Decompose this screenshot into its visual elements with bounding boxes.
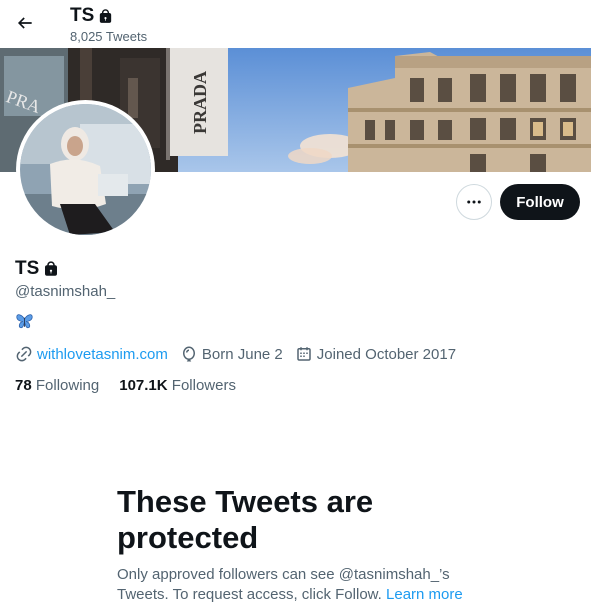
avatar-photo <box>20 104 151 235</box>
profile-header-bar: TS 8,025 Tweets <box>0 0 591 48</box>
balloon-icon <box>182 346 195 362</box>
followers-count: 107.1K <box>119 377 168 394</box>
birthday-text: Born June 2 <box>201 345 283 363</box>
calendar-icon <box>297 347 311 361</box>
profile-name-text: TS <box>15 258 40 279</box>
arrow-left-icon <box>17 17 32 29</box>
link-icon <box>16 346 32 362</box>
header-display-name: TS <box>70 5 147 27</box>
more-options-button[interactable] <box>456 184 492 220</box>
lock-icon <box>100 8 112 23</box>
website-link[interactable]: withlovetasnim.com <box>37 346 168 363</box>
protected-message: Only approved followers can see @tasnims… <box>117 565 497 605</box>
birthday-item: Born June 2 <box>180 345 283 363</box>
followers-stat[interactable]: 107.1K Followers <box>119 377 236 394</box>
butterfly-icon <box>16 314 33 329</box>
profile-bio: 🦋 <box>15 313 34 334</box>
more-horizontal-icon <box>467 200 481 204</box>
followers-label: Followers <box>171 377 236 394</box>
svg-text:PRADA: PRADA <box>190 71 210 134</box>
profile-avatar[interactable] <box>16 100 155 239</box>
website-item: withlovetasnim.com <box>15 345 168 363</box>
back-button[interactable] <box>8 6 42 40</box>
header-title-block: TS 8,025 Tweets <box>70 5 147 46</box>
profile-handle: @tasnimshah_ <box>15 283 116 300</box>
tweet-count: 8,025 Tweets <box>70 29 148 44</box>
following-label: Following <box>35 377 100 394</box>
profile-display-name: TS <box>15 258 60 280</box>
header-name-text: TS <box>70 5 95 26</box>
lock-icon <box>45 261 58 276</box>
prada-sign: PRADA <box>190 71 210 134</box>
following-count: 78 <box>15 377 32 394</box>
follow-button[interactable]: Follow <box>500 184 580 220</box>
joined-item: Joined October 2017 <box>295 345 456 363</box>
following-stat[interactable]: 78 Following <box>15 377 99 394</box>
profile-meta-row: withlovetasnim.com Born June 2 Joined Oc… <box>15 345 468 363</box>
learn-more-link[interactable]: Learn more <box>386 586 463 603</box>
protected-tweets-notice: These Tweets are protected Only approved… <box>117 484 497 605</box>
follow-stats: 78 Following 107.1K Followers <box>15 377 256 394</box>
joined-text: Joined October 2017 <box>316 345 457 363</box>
protected-title: These Tweets are protected <box>117 484 374 555</box>
